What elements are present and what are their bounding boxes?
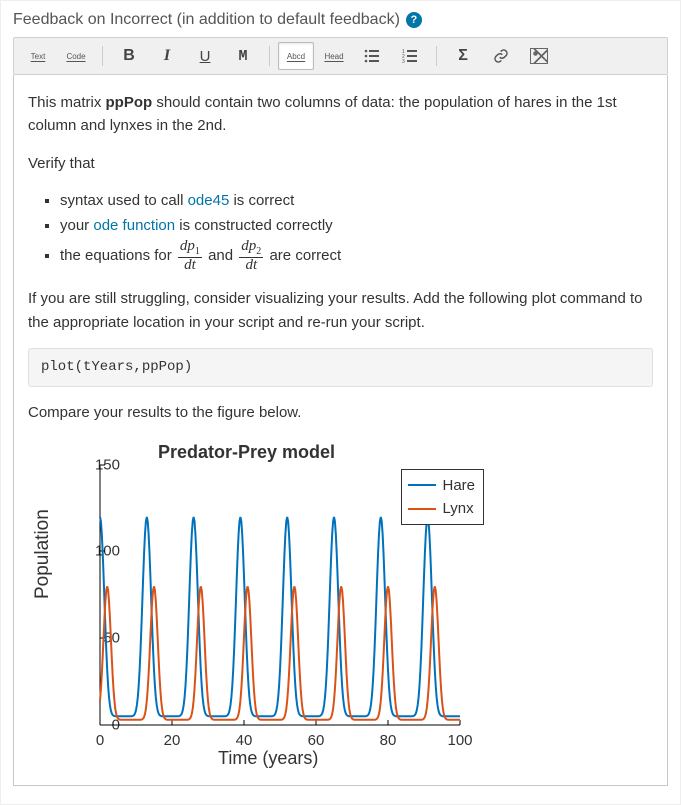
code-var-ppPop: ppPop <box>106 94 153 111</box>
toolbar-separator <box>102 46 103 66</box>
xtick: 20 <box>164 729 181 752</box>
bullet-list-icon <box>364 49 380 63</box>
text-style-button[interactable]: Text <box>20 42 56 70</box>
xtick: 80 <box>380 729 397 752</box>
list-item: syntax used to call ode45 is correct <box>60 189 653 212</box>
editor-frame: Feedback on Incorrect (in addition to de… <box>0 0 681 805</box>
bulleted-list-button[interactable] <box>354 42 390 70</box>
fraction-dp1dt: dp1 dt <box>178 239 202 273</box>
fraction-dp2dt: dp2 dt <box>239 239 263 273</box>
monospace-button[interactable]: M <box>225 42 261 70</box>
link-ode-function[interactable]: ode function <box>93 217 175 234</box>
rich-text-toolbar: Text Code B I U M Abcd Head 1 2 3 Σ <box>13 37 668 75</box>
bold-button[interactable]: B <box>111 42 147 70</box>
paragraph: This matrix ppPop should contain two col… <box>28 91 653 138</box>
toolbar-separator <box>436 46 437 66</box>
figure-title: Predator-Prey model <box>158 439 335 467</box>
link-icon <box>493 48 509 64</box>
help-icon[interactable]: ? <box>406 12 422 28</box>
bullet-list: syntax used to call ode45 is correct you… <box>28 189 653 274</box>
paragraph: If you are still struggling, consider vi… <box>28 287 653 334</box>
xtick: 100 <box>447 729 472 752</box>
legend-entry-hare: Hare <box>408 474 475 497</box>
section-header: Feedback on Incorrect (in addition to de… <box>13 11 668 29</box>
legend-swatch-lynx <box>408 508 436 510</box>
paragraph: Verify that <box>28 152 653 175</box>
xtick: 60 <box>308 729 325 752</box>
equation-button[interactable]: Σ <box>445 42 481 70</box>
toolbar-separator <box>269 46 270 66</box>
rich-text-editor[interactable]: This matrix ppPop should contain two col… <box>13 75 668 786</box>
link-ode45[interactable]: ode45 <box>188 192 230 209</box>
section-title: Feedback on Incorrect (in addition to de… <box>13 11 400 29</box>
normal-text-button[interactable]: Abcd <box>278 42 314 70</box>
paragraph: Compare your results to the figure below… <box>28 401 653 424</box>
legend-entry-lynx: Lynx <box>408 497 475 520</box>
xtick: 0 <box>96 729 104 752</box>
code-block: plot(tYears,ppPop) <box>28 348 653 388</box>
image-icon <box>530 48 548 64</box>
heading-button[interactable]: Head <box>316 42 352 70</box>
legend: Hare Lynx <box>401 469 484 526</box>
list-item: the equations for dp1 dt and dp2 dt are … <box>60 239 653 273</box>
list-item: your ode function is constructed correct… <box>60 214 653 237</box>
code-style-button[interactable]: Code <box>58 42 94 70</box>
xtick: 40 <box>236 729 253 752</box>
underline-button[interactable]: U <box>187 42 223 70</box>
figure-predator-prey: Predator-Prey model Population Time (yea… <box>28 439 488 769</box>
numbered-list-icon: 1 2 3 <box>402 49 418 63</box>
numbered-list-button[interactable]: 1 2 3 <box>392 42 428 70</box>
hyperlink-button[interactable] <box>483 42 519 70</box>
figure-xlabel: Time (years) <box>218 745 318 773</box>
legend-swatch-hare <box>408 484 436 486</box>
image-button[interactable] <box>521 42 557 70</box>
svg-text:3: 3 <box>402 59 405 63</box>
italic-button[interactable]: I <box>149 42 185 70</box>
series-hare <box>100 517 460 716</box>
figure-ylabel: Population <box>28 509 57 599</box>
